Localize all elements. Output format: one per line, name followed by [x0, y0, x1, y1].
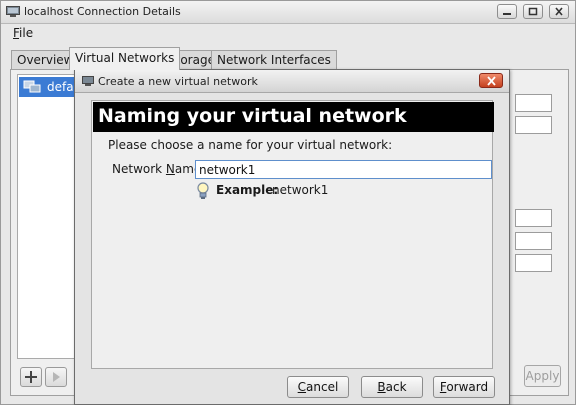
- minimize-icon: [503, 13, 511, 15]
- page-title: Naming your virtual network: [98, 105, 407, 127]
- lightbulb-icon: [197, 182, 209, 199]
- menu-file[interactable]: File: [13, 26, 33, 40]
- dialog-titlebar[interactable]: Create a new virtual network: [75, 70, 509, 93]
- close-icon: [487, 76, 496, 86]
- instruction-text: Please choose a name for your virtual ne…: [108, 138, 393, 152]
- network-name-label: Network Name:: [112, 162, 206, 176]
- window-title: localhost Connection Details: [24, 5, 181, 18]
- back-button[interactable]: Back: [361, 376, 423, 398]
- plus-icon: [25, 371, 37, 383]
- cancel-button[interactable]: Cancel: [287, 376, 349, 398]
- maximize-button[interactable]: [523, 4, 543, 19]
- forward-button[interactable]: Forward: [433, 376, 495, 398]
- network-list[interactable]: defau: [17, 74, 81, 359]
- page-title-banner: Naming your virtual network: [93, 102, 494, 132]
- dialog-title: Create a new virtual network: [98, 75, 258, 88]
- network-detail-field[interactable]: [515, 116, 552, 134]
- play-icon: [53, 372, 60, 382]
- close-window-button[interactable]: [549, 4, 569, 19]
- network-detail-field[interactable]: [515, 209, 552, 227]
- apply-button[interactable]: Apply: [524, 365, 561, 387]
- network-name-field[interactable]: [195, 160, 492, 179]
- tab-network-interfaces[interactable]: Network Interfaces: [211, 50, 337, 69]
- network-list-item[interactable]: defau: [19, 77, 81, 97]
- example-value: network1: [272, 183, 329, 197]
- menubar: File: [1, 23, 575, 43]
- monitor-icon: [6, 6, 20, 17]
- minimize-button[interactable]: [497, 4, 517, 19]
- window-titlebar[interactable]: localhost Connection Details: [1, 1, 575, 24]
- add-network-button[interactable]: [20, 367, 42, 387]
- network-detail-field[interactable]: [515, 232, 552, 250]
- network-icon: [23, 80, 41, 93]
- start-network-button[interactable]: [45, 367, 67, 387]
- network-detail-field[interactable]: [515, 254, 552, 272]
- close-icon: [555, 7, 563, 16]
- monitor-icon: [82, 76, 94, 86]
- dialog-close-button[interactable]: [479, 73, 503, 88]
- example-label: Example:: [216, 183, 279, 197]
- create-network-dialog: Create a new virtual network Naming your…: [74, 69, 510, 405]
- network-detail-field[interactable]: [515, 94, 552, 112]
- maximize-icon: [528, 7, 538, 16]
- tab-virtual-networks[interactable]: Virtual Networks: [69, 47, 181, 70]
